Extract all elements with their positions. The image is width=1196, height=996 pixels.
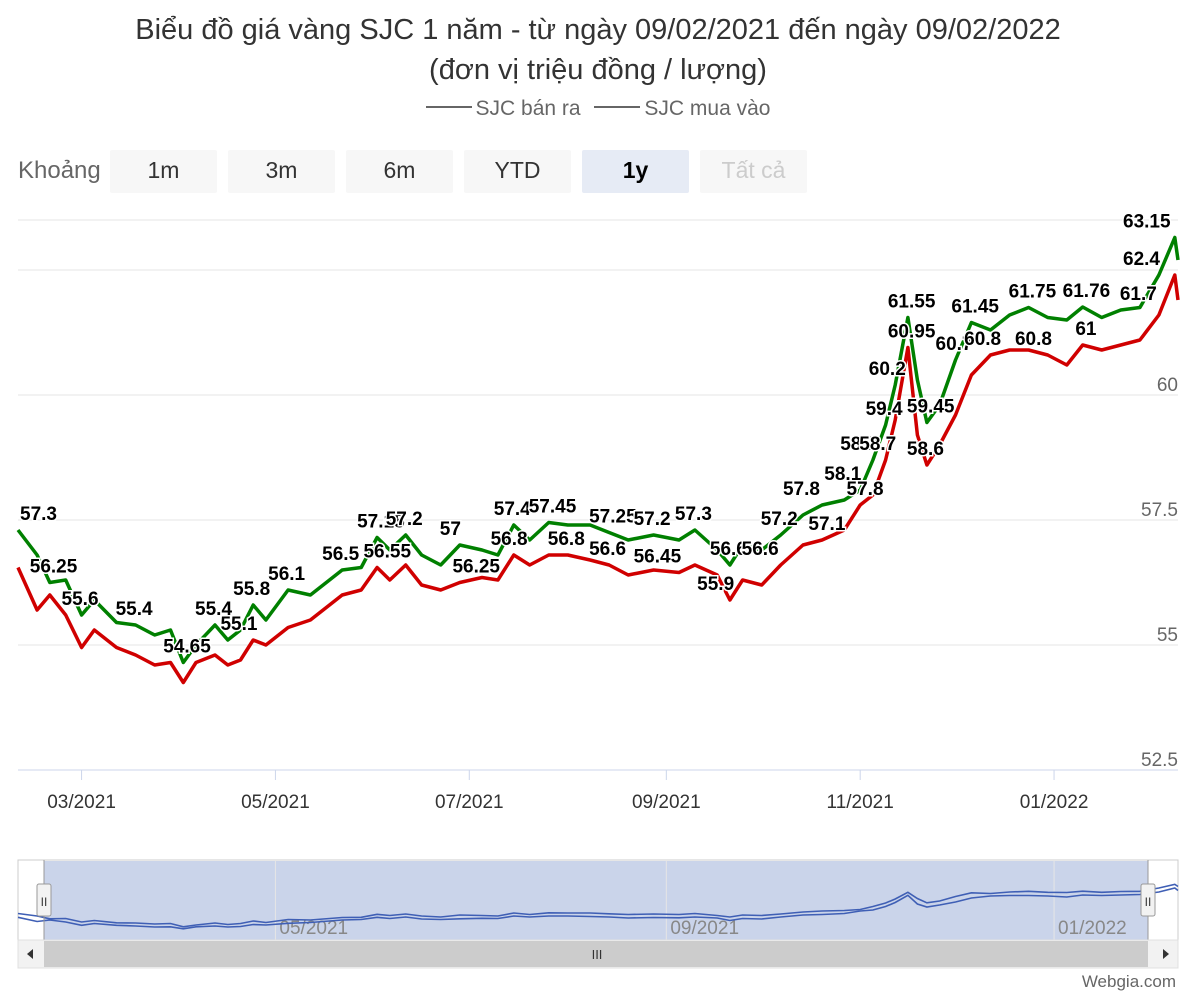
data-label-37: 60.95 (888, 322, 936, 343)
x-tick-label-4: 11/2021 (827, 792, 894, 813)
data-label-43: 61.75 (1009, 282, 1057, 303)
data-label-26: 56.6 (742, 539, 779, 560)
data-label-11: 56.55 (363, 542, 411, 563)
data-label-25: 55.9 (697, 574, 734, 595)
y-tick-label-1: 55 (1157, 625, 1178, 646)
navigator-handle-glyph-0: II (41, 895, 48, 909)
series-line-0[interactable] (16, 235, 1180, 665)
navigator-handle-glyph-1: II (1145, 895, 1152, 909)
data-label-19: 57.25 (589, 507, 637, 528)
credits-link[interactable]: Webgia.com (1082, 972, 1176, 992)
data-label-21: 57.2 (634, 509, 671, 530)
data-label-6: 55.1 (220, 614, 257, 635)
data-label-41: 61.45 (951, 297, 999, 318)
navigator-mask[interactable] (44, 861, 1148, 940)
data-label-44: 60.8 (1015, 329, 1052, 350)
x-tick-label-5: 01/2022 (1020, 792, 1089, 813)
data-label-33: 59.4 (866, 399, 903, 420)
scrollbar-grip: III (592, 947, 603, 962)
navigator-tick-label-1: 09/2021 (670, 918, 739, 939)
data-label-29: 57.1 (808, 514, 845, 535)
data-label-42: 60.8 (964, 329, 1001, 350)
data-label-22: 56.45 (634, 547, 682, 568)
data-label-49: 63.15 (1123, 212, 1171, 233)
data-label-38: 59.45 (907, 397, 955, 418)
data-label-27: 57.2 (761, 509, 798, 530)
data-label-13: 57 (440, 519, 461, 540)
data-label-32: 57.8 (847, 479, 884, 500)
series-line-1[interactable] (16, 273, 1180, 685)
data-label-3: 55.4 (116, 599, 153, 620)
navigator-tick-label-2: 01/2022 (1058, 918, 1127, 939)
data-label-12: 57.2 (386, 509, 423, 530)
y-tick-label-0: 52.5 (1141, 750, 1178, 771)
data-label-47: 61.7 (1120, 284, 1157, 305)
data-label-4: 54.65 (163, 637, 211, 658)
x-tick-label-2: 07/2021 (435, 792, 504, 813)
data-label-0: 57.3 (20, 504, 57, 525)
data-label-35: 60.2 (869, 359, 906, 380)
data-label-34: 58.7 (859, 434, 896, 455)
data-label-7: 55.8 (233, 579, 270, 600)
data-label-17: 57.45 (529, 497, 577, 518)
x-tick-label-1: 05/2021 (241, 792, 310, 813)
y-tick-label-3: 60 (1157, 375, 1178, 396)
data-label-23: 57.3 (675, 504, 712, 525)
data-label-20: 56.6 (589, 539, 626, 560)
x-tick-label-3: 09/2021 (632, 792, 701, 813)
data-label-16: 56.8 (491, 529, 528, 550)
data-label-1: 56.25 (30, 557, 78, 578)
data-label-2: 55.6 (62, 589, 99, 610)
data-label-46: 61 (1075, 319, 1097, 340)
data-label-28: 57.8 (783, 479, 820, 500)
data-label-39: 58.6 (907, 439, 944, 460)
data-label-18: 56.8 (548, 529, 585, 550)
navigator-tick-label-0: 05/2021 (279, 918, 348, 939)
chart-svg: 52.5 55 57.5 60 03/2021 05/2021 07/2021 09/2021… (16, 210, 1180, 969)
data-label-45: 61.76 (1063, 281, 1111, 302)
x-tick-label-0: 03/2021 (47, 792, 116, 813)
data-label-48: 62.4 (1123, 249, 1160, 270)
data-label-9: 56.5 (322, 544, 359, 565)
data-label-15: 57.4 (494, 499, 531, 520)
data-label-8: 56.1 (268, 564, 305, 585)
y-tick-label-2: 57.5 (1141, 500, 1178, 521)
data-label-36: 61.55 (888, 292, 936, 313)
data-label-14: 56.25 (452, 557, 500, 578)
